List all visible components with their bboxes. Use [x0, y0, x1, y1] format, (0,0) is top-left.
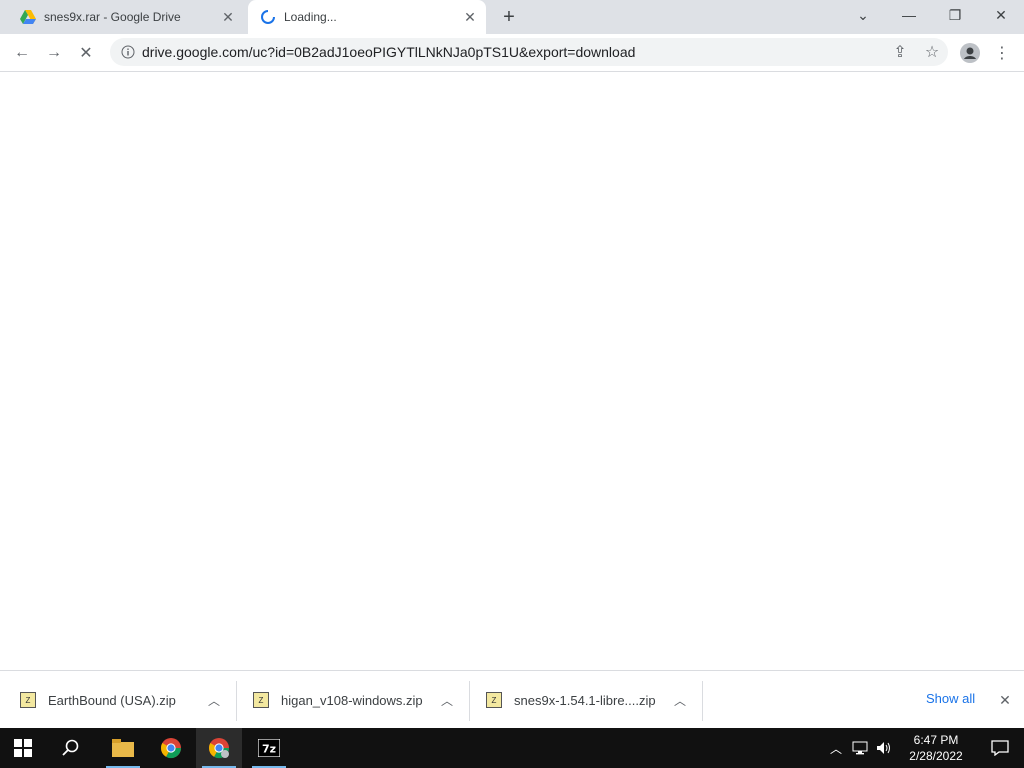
network-icon[interactable]: [848, 728, 872, 768]
bookmark-star-icon[interactable]: ☆: [916, 42, 948, 62]
stop-icon[interactable]: ✕: [70, 37, 102, 69]
url-text: drive.google.com/uc?id=0B2adJ1oeoPIGYTlL…: [142, 44, 636, 60]
clock-date: 2/28/2022: [909, 749, 963, 763]
close-tab-icon[interactable]: ✕: [460, 7, 480, 27]
minimize-icon[interactable]: —: [886, 0, 932, 30]
divider: [702, 681, 703, 721]
notification-icon[interactable]: [976, 728, 1024, 768]
back-icon[interactable]: ←: [6, 37, 38, 69]
download-filename: higan_v108-windows.zip: [281, 692, 423, 708]
tab-loading[interactable]: Loading... ✕: [248, 0, 486, 34]
share-icon[interactable]: ⇪: [884, 42, 916, 62]
site-info-icon[interactable]: [114, 45, 142, 59]
tab-title: Loading...: [284, 10, 337, 24]
tab-search-icon[interactable]: ⌄: [840, 0, 886, 30]
zip-file-icon: Z: [253, 692, 269, 708]
download-shelf: Z EarthBound (USA).zip ︿ Z higan_v108-wi…: [0, 670, 1024, 728]
address-bar[interactable]: drive.google.com/uc?id=0B2adJ1oeoPIGYTlL…: [110, 38, 948, 66]
download-filename: snes9x-1.54.1-libre....zip: [514, 692, 656, 708]
zip-file-icon: Z: [20, 692, 36, 708]
close-shelf-icon[interactable]: ✕: [996, 691, 1014, 709]
svg-text:7z: 7z: [262, 743, 276, 756]
download-item[interactable]: Z EarthBound (USA).zip ︿: [0, 679, 236, 721]
forward-icon[interactable]: →: [38, 37, 70, 69]
close-tab-icon[interactable]: ✕: [218, 7, 238, 27]
search-icon[interactable]: [48, 728, 94, 768]
download-item[interactable]: Z higan_v108-windows.zip ︿: [233, 679, 469, 721]
download-filename: EarthBound (USA).zip: [48, 692, 176, 708]
browser-toolbar: ← → ✕ drive.google.com/uc?id=0B2adJ1oeoP…: [0, 34, 1024, 72]
show-all-link[interactable]: Show all: [926, 691, 975, 706]
loading-spinner-icon: [260, 9, 276, 25]
google-drive-icon: [20, 9, 36, 25]
tab-title: snes9x.rar - Google Drive: [44, 10, 181, 24]
chevron-up-icon[interactable]: ︿: [206, 692, 222, 708]
chevron-up-icon[interactable]: ︿: [439, 692, 455, 708]
clock-time: 6:47 PM: [913, 733, 959, 747]
chrome-profile-icon[interactable]: [196, 728, 242, 768]
download-item[interactable]: Z snes9x-1.54.1-libre....zip ︿: [466, 679, 702, 721]
file-explorer-icon[interactable]: [100, 728, 146, 768]
restore-icon[interactable]: ❐: [932, 0, 978, 30]
zip-file-icon: Z: [486, 692, 502, 708]
profile-icon[interactable]: [954, 37, 986, 69]
page-content: [0, 72, 1024, 670]
menu-kebab-icon[interactable]: ⋮: [986, 37, 1018, 69]
tab-google-drive[interactable]: snes9x.rar - Google Drive ✕: [8, 0, 244, 34]
7zip-icon[interactable]: 7z: [246, 728, 292, 768]
volume-icon[interactable]: [872, 728, 896, 768]
chevron-up-icon[interactable]: ︿: [824, 728, 848, 768]
chrome-icon[interactable]: [148, 728, 194, 768]
windows-start-icon[interactable]: [0, 728, 46, 768]
chevron-up-icon[interactable]: ︿: [672, 692, 688, 708]
tab-strip: snes9x.rar - Google Drive ✕ Loading... ✕…: [0, 0, 1024, 34]
close-window-icon[interactable]: ✕: [978, 0, 1024, 30]
new-tab-button[interactable]: +: [496, 4, 522, 30]
clock[interactable]: 6:47 PM 2/28/2022: [896, 732, 976, 764]
taskbar: 7z ︿ 6:47 PM 2/28/2022: [0, 728, 1024, 768]
